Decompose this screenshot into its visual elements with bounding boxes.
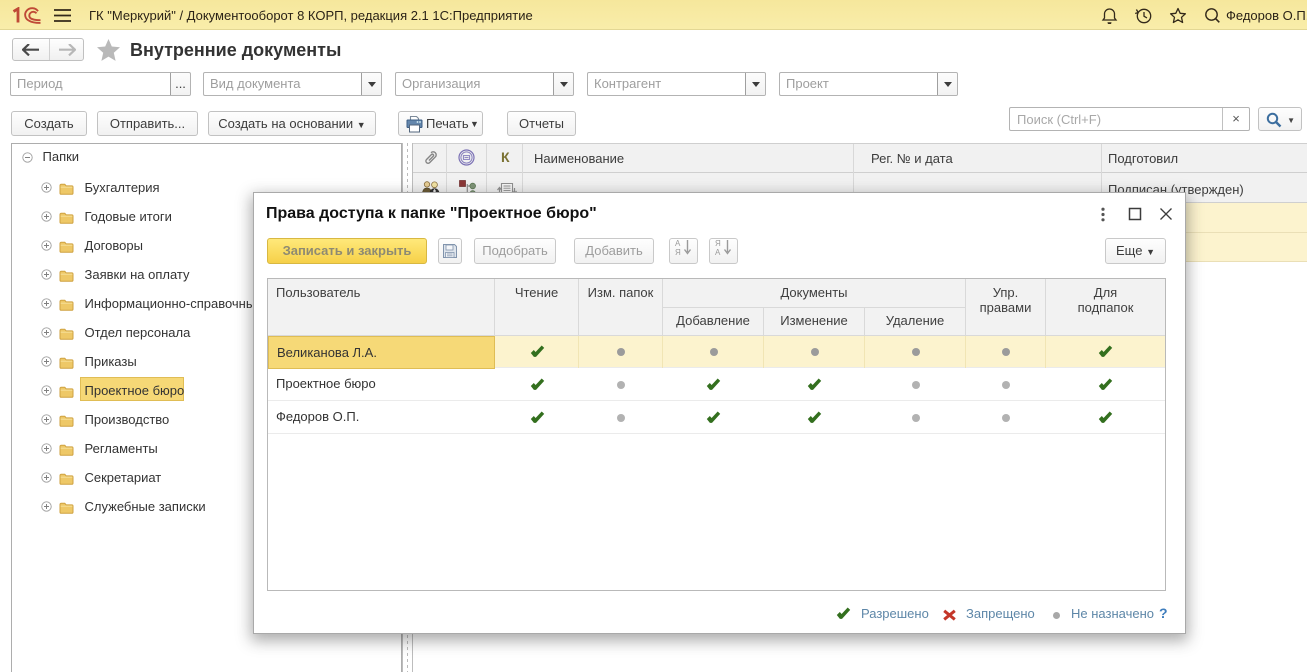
svg-text:Я: Я xyxy=(715,239,721,248)
svg-text:А: А xyxy=(715,248,721,256)
svg-text:Я: Я xyxy=(675,248,681,256)
svg-text:А: А xyxy=(675,239,681,248)
